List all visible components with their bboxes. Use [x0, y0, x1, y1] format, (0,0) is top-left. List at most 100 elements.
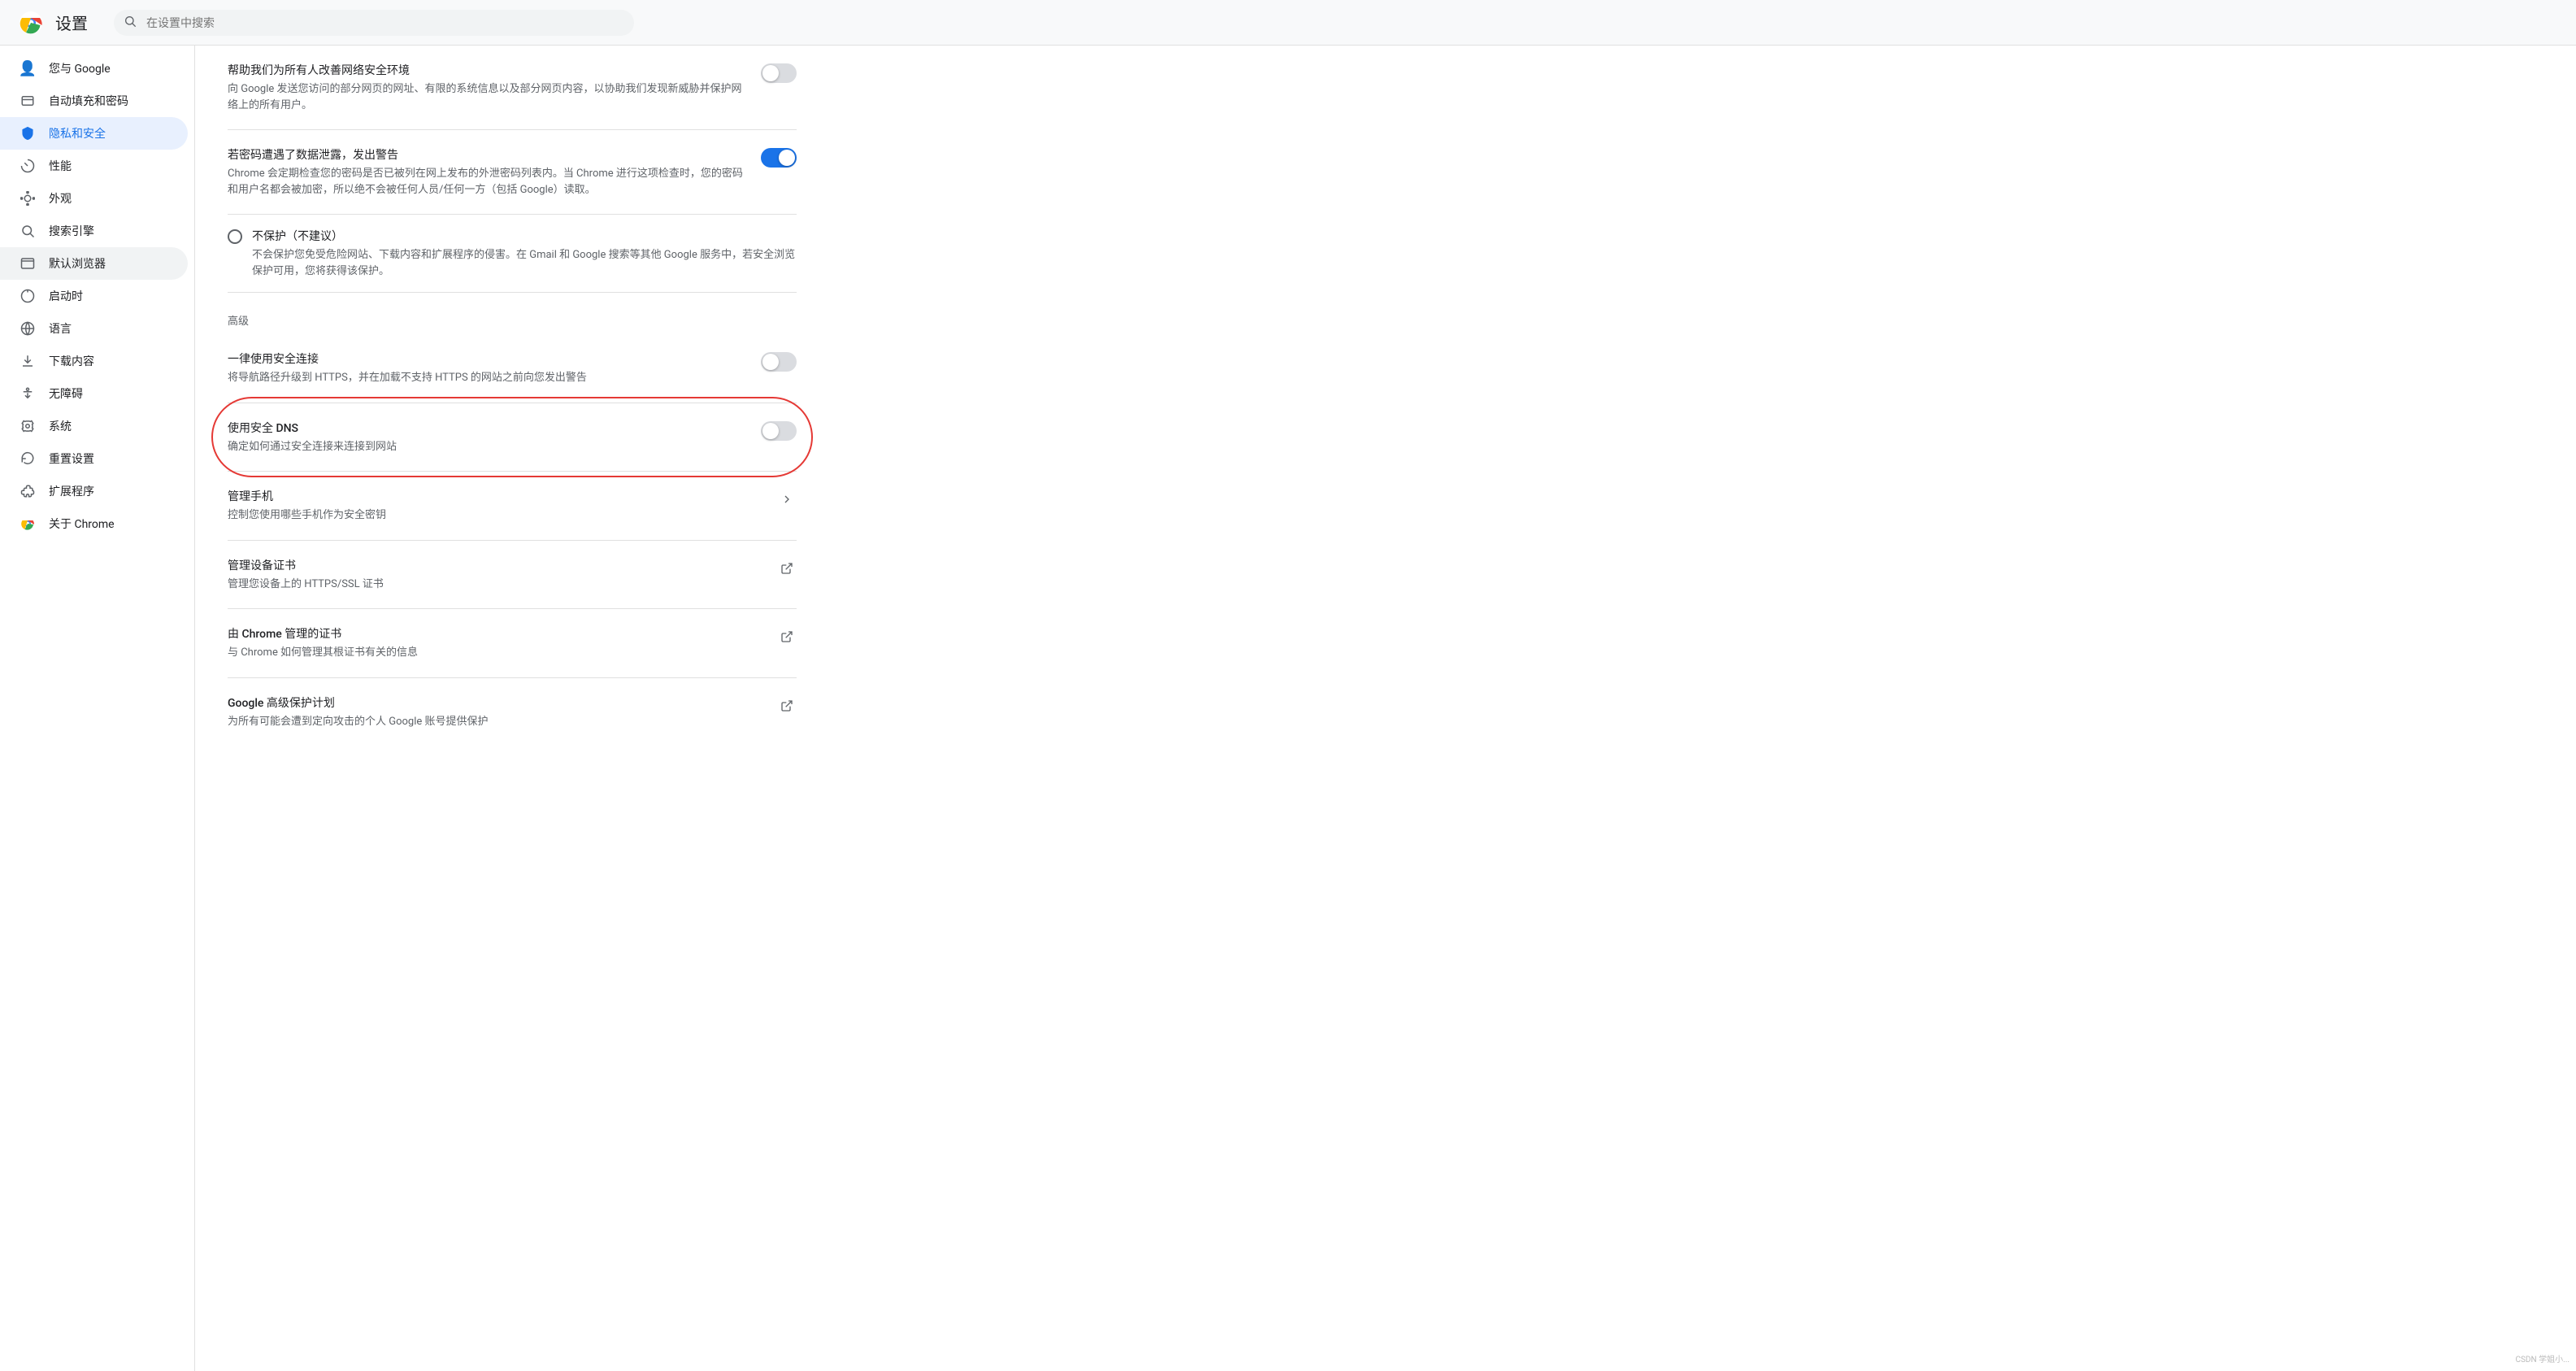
- sidebar-label-about: 关于 Chrome: [49, 516, 115, 532]
- sidebar-label-you-google: 您与 Google: [49, 60, 111, 76]
- sidebar-label-performance: 性能: [49, 158, 72, 174]
- page-title: 设置: [55, 11, 88, 34]
- content-area: 帮助我们为所有人改善网络安全环境 向 Google 发送您访问的部分网页的网址、…: [195, 46, 2576, 1371]
- downloads-icon: [20, 353, 36, 369]
- secure-dns-title: 使用安全 DNS: [228, 420, 748, 436]
- performance-icon: [20, 158, 36, 174]
- manage-device-certs-title: 管理设备证书: [228, 557, 764, 573]
- help-network-content: 帮助我们为所有人改善网络安全环境 向 Google 发送您访问的部分网页的网址、…: [228, 62, 748, 113]
- no-protection-radio[interactable]: [228, 229, 242, 244]
- help-network-desc: 向 Google 发送您访问的部分网页的网址、有限的系统信息以及部分网页内容，以…: [228, 81, 748, 113]
- main-layout: 👤 您与 Google 自动填充和密码 隐私和安全 性能 外观: [0, 46, 2576, 1371]
- google-advanced-protection-desc: 为所有可能会遭到定向攻击的个人 Google 账号提供保护: [228, 714, 764, 730]
- sidebar-item-appearance[interactable]: 外观: [0, 182, 188, 215]
- sidebar-item-you-google[interactable]: 👤 您与 Google: [0, 52, 188, 85]
- sidebar-label-startup: 启动时: [49, 288, 83, 304]
- top-bar: 设置: [0, 0, 2576, 46]
- settings-section: 帮助我们为所有人改善网络安全环境 向 Google 发送您访问的部分网页的网址、…: [228, 46, 797, 746]
- google-protection-external-icon: [777, 696, 797, 716]
- https-only-content: 一律使用安全连接 将导航路径升级到 HTTPS，并在加载不支持 HTTPS 的网…: [228, 350, 748, 386]
- secure-dns-desc: 确定如何通过安全连接来连接到网站: [228, 439, 748, 455]
- person-icon: 👤: [20, 60, 36, 76]
- accessibility-icon: [20, 385, 36, 402]
- https-only-toggle-thumb: [762, 354, 779, 370]
- google-advanced-protection-item[interactable]: Google 高级保护计划 为所有可能会遭到定向攻击的个人 Google 账号提…: [228, 678, 797, 746]
- password-leak-item: 若密码遭遇了数据泄露，发出警告 Chrome 会定期检查您的密码是否已被列在网上…: [228, 130, 797, 215]
- watermark: CSDN 学姐小...: [2515, 1352, 2569, 1364]
- sidebar-item-reset[interactable]: 重置设置: [0, 442, 188, 475]
- sidebar-item-startup[interactable]: 启动时: [0, 280, 188, 312]
- sidebar-item-languages[interactable]: 语言: [0, 312, 188, 345]
- sidebar-label-extensions: 扩展程序: [49, 483, 94, 499]
- manage-phone-desc: 控制您使用哪些手机作为安全密钥: [228, 507, 764, 524]
- https-only-toggle-track: [761, 352, 797, 372]
- chrome-logo-icon: [20, 11, 42, 34]
- secure-dns-toggle[interactable]: [761, 421, 797, 441]
- password-leak-toggle[interactable]: [761, 148, 797, 168]
- search-container: [114, 10, 634, 36]
- secure-dns-item: 使用安全 DNS 确定如何通过安全连接来连接到网站: [228, 403, 797, 472]
- help-network-toggle[interactable]: [761, 63, 797, 83]
- password-leak-toggle-track: [761, 148, 797, 168]
- help-network-title: 帮助我们为所有人改善网络安全环境: [228, 62, 748, 78]
- sidebar-item-performance[interactable]: 性能: [0, 150, 188, 182]
- about-chrome-icon: [20, 516, 36, 532]
- secure-dns-toggle-track: [761, 421, 797, 441]
- startup-icon: [20, 288, 36, 304]
- chrome-certs-item[interactable]: 由 Chrome 管理的证书 与 Chrome 如何管理其根证书有关的信息: [228, 609, 797, 678]
- sidebar-item-about[interactable]: 关于 Chrome: [0, 507, 188, 540]
- default-browser-icon: [20, 255, 36, 272]
- sidebar-label-privacy: 隐私和安全: [49, 125, 106, 141]
- no-protection-title: 不保护（不建议）: [252, 228, 797, 244]
- sidebar-label-system: 系统: [49, 418, 72, 434]
- extensions-icon: [20, 483, 36, 499]
- manage-phone-title: 管理手机: [228, 488, 764, 504]
- sidebar-label-search: 搜索引擎: [49, 223, 94, 239]
- reset-icon: [20, 450, 36, 467]
- secure-dns-toggle-thumb: [762, 423, 779, 439]
- password-leak-content: 若密码遭遇了数据泄露，发出警告 Chrome 会定期检查您的密码是否已被列在网上…: [228, 146, 748, 198]
- password-leak-toggle-thumb: [779, 150, 795, 166]
- no-protection-content: 不保护（不建议） 不会保护您免受危险网站、下载内容和扩展程序的侵害。在 Gmai…: [252, 228, 797, 279]
- sidebar-label-default-browser: 默认浏览器: [49, 255, 106, 272]
- advanced-heading: 高级: [228, 293, 797, 334]
- sidebar-item-autofill[interactable]: 自动填充和密码: [0, 85, 188, 117]
- https-only-desc: 将导航路径升级到 HTTPS，并在加载不支持 HTTPS 的网站之前向您发出警告: [228, 370, 748, 386]
- autofill-icon: [20, 93, 36, 109]
- manage-device-certs-item[interactable]: 管理设备证书 管理您设备上的 HTTPS/SSL 证书: [228, 541, 797, 610]
- manage-phone-content: 管理手机 控制您使用哪些手机作为安全密钥: [228, 488, 764, 524]
- search-icon: [124, 15, 137, 31]
- password-leak-desc: Chrome 会定期检查您的密码是否已被列在网上发布的外泄密码列表内。当 Chr…: [228, 166, 748, 198]
- chrome-certs-external-icon: [777, 627, 797, 646]
- chrome-certs-title: 由 Chrome 管理的证书: [228, 625, 764, 642]
- sidebar-label-reset: 重置设置: [49, 450, 94, 467]
- sidebar-item-accessibility[interactable]: 无障碍: [0, 377, 188, 410]
- sidebar-item-default-browser[interactable]: 默认浏览器: [0, 247, 188, 280]
- sidebar-item-search[interactable]: 搜索引擎: [0, 215, 188, 247]
- sidebar-label-languages: 语言: [49, 320, 72, 337]
- languages-icon: [20, 320, 36, 337]
- manage-device-certs-desc: 管理您设备上的 HTTPS/SSL 证书: [228, 577, 764, 593]
- sidebar-item-downloads[interactable]: 下载内容: [0, 345, 188, 377]
- appearance-icon: [20, 190, 36, 207]
- sidebar-item-privacy[interactable]: 隐私和安全: [0, 117, 188, 150]
- google-advanced-protection-content: Google 高级保护计划 为所有可能会遭到定向攻击的个人 Google 账号提…: [228, 694, 764, 730]
- search-input[interactable]: [114, 10, 634, 36]
- search-engine-icon: [20, 223, 36, 239]
- manage-device-certs-content: 管理设备证书 管理您设备上的 HTTPS/SSL 证书: [228, 557, 764, 593]
- password-leak-title: 若密码遭遇了数据泄露，发出警告: [228, 146, 748, 163]
- shield-icon: [20, 125, 36, 141]
- help-network-toggle-thumb: [762, 65, 779, 81]
- help-network-item: 帮助我们为所有人改善网络安全环境 向 Google 发送您访问的部分网页的网址、…: [228, 46, 797, 130]
- sidebar-item-system[interactable]: 系统: [0, 410, 188, 442]
- https-only-toggle[interactable]: [761, 352, 797, 372]
- no-protection-desc: 不会保护您免受危险网站、下载内容和扩展程序的侵害。在 Gmail 和 Googl…: [252, 247, 797, 279]
- https-only-title: 一律使用安全连接: [228, 350, 748, 367]
- chrome-certs-content: 由 Chrome 管理的证书 与 Chrome 如何管理其根证书有关的信息: [228, 625, 764, 661]
- google-advanced-protection-title: Google 高级保护计划: [228, 694, 764, 711]
- secure-dns-content: 使用安全 DNS 确定如何通过安全连接来连接到网站: [228, 420, 748, 455]
- sidebar-item-extensions[interactable]: 扩展程序: [0, 475, 188, 507]
- help-network-toggle-track: [761, 63, 797, 83]
- sidebar: 👤 您与 Google 自动填充和密码 隐私和安全 性能 外观: [0, 46, 195, 1371]
- manage-phone-item[interactable]: 管理手机 控制您使用哪些手机作为安全密钥: [228, 472, 797, 541]
